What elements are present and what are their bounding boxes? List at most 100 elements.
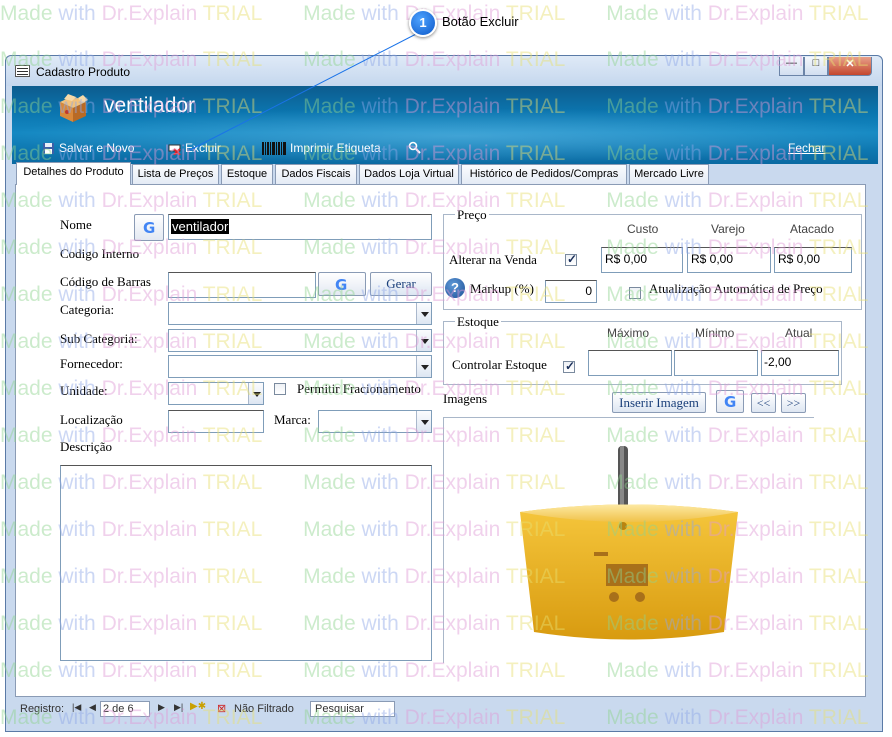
tab-historico-pedidos[interactable]: Histórico de Pedidos/Compras — [461, 164, 627, 184]
atual-header: Atual — [785, 326, 813, 340]
markup-label: Markup (%) — [470, 281, 534, 296]
tab-dados-fiscais[interactable]: Dados Fiscais — [275, 164, 357, 184]
search-icon — [408, 141, 421, 154]
status-bar: Registro: |◀ ◀ 2 de 6 ▶ ▶| ▶✱ ⊠ Não Filt… — [15, 700, 866, 718]
alterar-na-venda-checkbox[interactable] — [565, 252, 577, 266]
unidade-label: Unidade: — [60, 383, 108, 398]
atual-value: -2,00 — [764, 355, 792, 369]
new-record-icon[interactable]: ▶✱ — [190, 701, 206, 712]
codigo-barras-input[interactable] — [168, 272, 316, 298]
categoria-select[interactable] — [168, 302, 432, 325]
subcategoria-select[interactable] — [168, 329, 432, 352]
tab-detalhes-produto[interactable]: Detalhes do Produto — [16, 162, 131, 185]
help-icon[interactable]: ? — [445, 278, 465, 298]
descricao-textarea[interactable] — [60, 465, 432, 661]
chevron-down-icon[interactable] — [416, 330, 431, 351]
last-record-icon[interactable]: ▶| — [174, 702, 183, 713]
tab-dados-loja-virtual[interactable]: Dados Loja Virtual — [359, 164, 459, 184]
form-icon — [15, 65, 30, 77]
delete-label: Excluir — [185, 141, 222, 155]
localizacao-label: Localização — [60, 412, 123, 427]
chevron-down-icon[interactable] — [248, 383, 263, 404]
chevron-down-icon[interactable] — [416, 356, 431, 377]
maximize-button[interactable]: □ — [804, 57, 828, 76]
varejo-input[interactable]: R$ 0,00 — [687, 247, 771, 273]
minimo-header: Mínimo — [695, 326, 735, 340]
title-bar: Cadastro Produto — □ ✕ — [6, 56, 882, 86]
inserir-imagem-button[interactable]: Inserir Imagem — [612, 392, 706, 413]
unidade-select[interactable] — [168, 382, 264, 405]
google-image-search-button[interactable]: G — [716, 390, 744, 413]
chevron-down-icon[interactable] — [416, 411, 431, 432]
chevron-down-icon[interactable] — [416, 303, 431, 324]
gerar-button[interactable]: Gerar — [370, 272, 432, 296]
package-icon — [60, 94, 88, 122]
close-form-button[interactable]: Fechar — [788, 141, 825, 155]
save-new-label: Salvar e Novo — [59, 141, 135, 155]
search-record-placeholder: Pesquisar — [315, 703, 364, 715]
delete-icon — [168, 144, 181, 155]
permitir-fracionamento-checkbox[interactable] — [274, 383, 286, 395]
tab-mercado-livre[interactable]: Mercado Livre — [629, 164, 709, 184]
first-record-icon[interactable]: |◀ — [72, 702, 81, 713]
save-icon — [43, 142, 54, 154]
fornecedor-label: Fornecedor: — [60, 356, 123, 371]
window-title: Cadastro Produto — [36, 65, 131, 79]
previous-record-icon[interactable]: ◀ — [89, 702, 96, 713]
codigo-barras-label: Código de Barras — [60, 274, 151, 289]
google-icon: G — [335, 276, 348, 294]
varejo-value: R$ 0,00 — [691, 252, 734, 266]
google-search-barcode-button[interactable]: G — [318, 272, 366, 296]
custo-input[interactable]: R$ 0,00 — [601, 247, 683, 273]
registro-label: Registro: — [20, 703, 65, 715]
close-window-button[interactable]: ✕ — [828, 57, 872, 76]
minimo-input[interactable] — [674, 350, 758, 376]
permitir-fracionamento-label: Permitir Fracionamento — [297, 381, 421, 396]
codigo-interno-label: Codigo Interno — [60, 246, 140, 261]
marca-label: Marca: — [274, 412, 311, 427]
custo-value: R$ 0,00 — [605, 252, 648, 266]
fornecedor-select[interactable] — [168, 355, 432, 378]
estoque-title: Estoque — [455, 314, 501, 330]
subcategoria-label: Sub Categoria: — [60, 331, 138, 346]
nome-input[interactable]: ventilador — [168, 214, 432, 240]
record-number-input[interactable]: 2 de 6 — [100, 701, 150, 717]
next-record-icon[interactable]: ▶ — [158, 702, 165, 713]
filter-status[interactable]: Não Filtrado — [234, 703, 294, 715]
atualizacao-automatica-checkbox[interactable] — [629, 287, 641, 299]
print-label-button[interactable]: Imprimir Etiqueta — [262, 141, 381, 155]
tab-estoque[interactable]: Estoque — [221, 164, 273, 184]
atualizacao-automatica-label: Atualização Automática de Preço — [649, 281, 823, 296]
save-new-button[interactable]: Salvar e Novo — [42, 141, 134, 155]
minimize-button[interactable]: — — [779, 57, 804, 76]
localizacao-input[interactable] — [168, 410, 264, 433]
delete-button[interactable]: Excluir — [168, 141, 221, 155]
google-search-name-button[interactable]: G — [134, 214, 164, 241]
markup-value: 0 — [585, 284, 592, 298]
marca-select[interactable] — [318, 410, 432, 433]
previous-image-button[interactable]: << — [751, 393, 776, 413]
next-image-button[interactable]: >> — [781, 393, 806, 413]
nome-value: ventilador — [171, 219, 230, 234]
print-label-text: Imprimir Etiqueta — [290, 141, 381, 155]
record-number: 2 de 6 — [103, 703, 134, 715]
filter-icon[interactable]: ⊠ — [217, 702, 226, 715]
atual-input[interactable]: -2,00 — [761, 350, 839, 376]
barcode-icon — [262, 141, 286, 155]
search-button[interactable] — [408, 141, 421, 154]
controlar-estoque-checkbox[interactable] — [563, 359, 575, 373]
search-record-input[interactable]: Pesquisar — [310, 701, 395, 717]
shopping-basket-image — [520, 446, 738, 640]
atacado-input[interactable]: R$ 0,00 — [774, 247, 852, 273]
markup-input[interactable]: 0 — [545, 280, 597, 303]
callout-number-badge: 1 — [409, 9, 437, 37]
header-banner: ventilador Salvar e Novo Excluir Imprimi… — [12, 86, 878, 164]
google-icon: G — [143, 219, 156, 237]
preco-title: Preço — [455, 207, 489, 223]
nome-label: Nome — [60, 217, 92, 232]
maximo-input[interactable] — [588, 350, 672, 376]
varejo-header: Varejo — [711, 222, 745, 236]
categoria-label: Categoria: — [60, 302, 115, 317]
tab-lista-precos[interactable]: Lista de Preços — [132, 164, 219, 184]
custo-header: Custo — [627, 222, 659, 236]
